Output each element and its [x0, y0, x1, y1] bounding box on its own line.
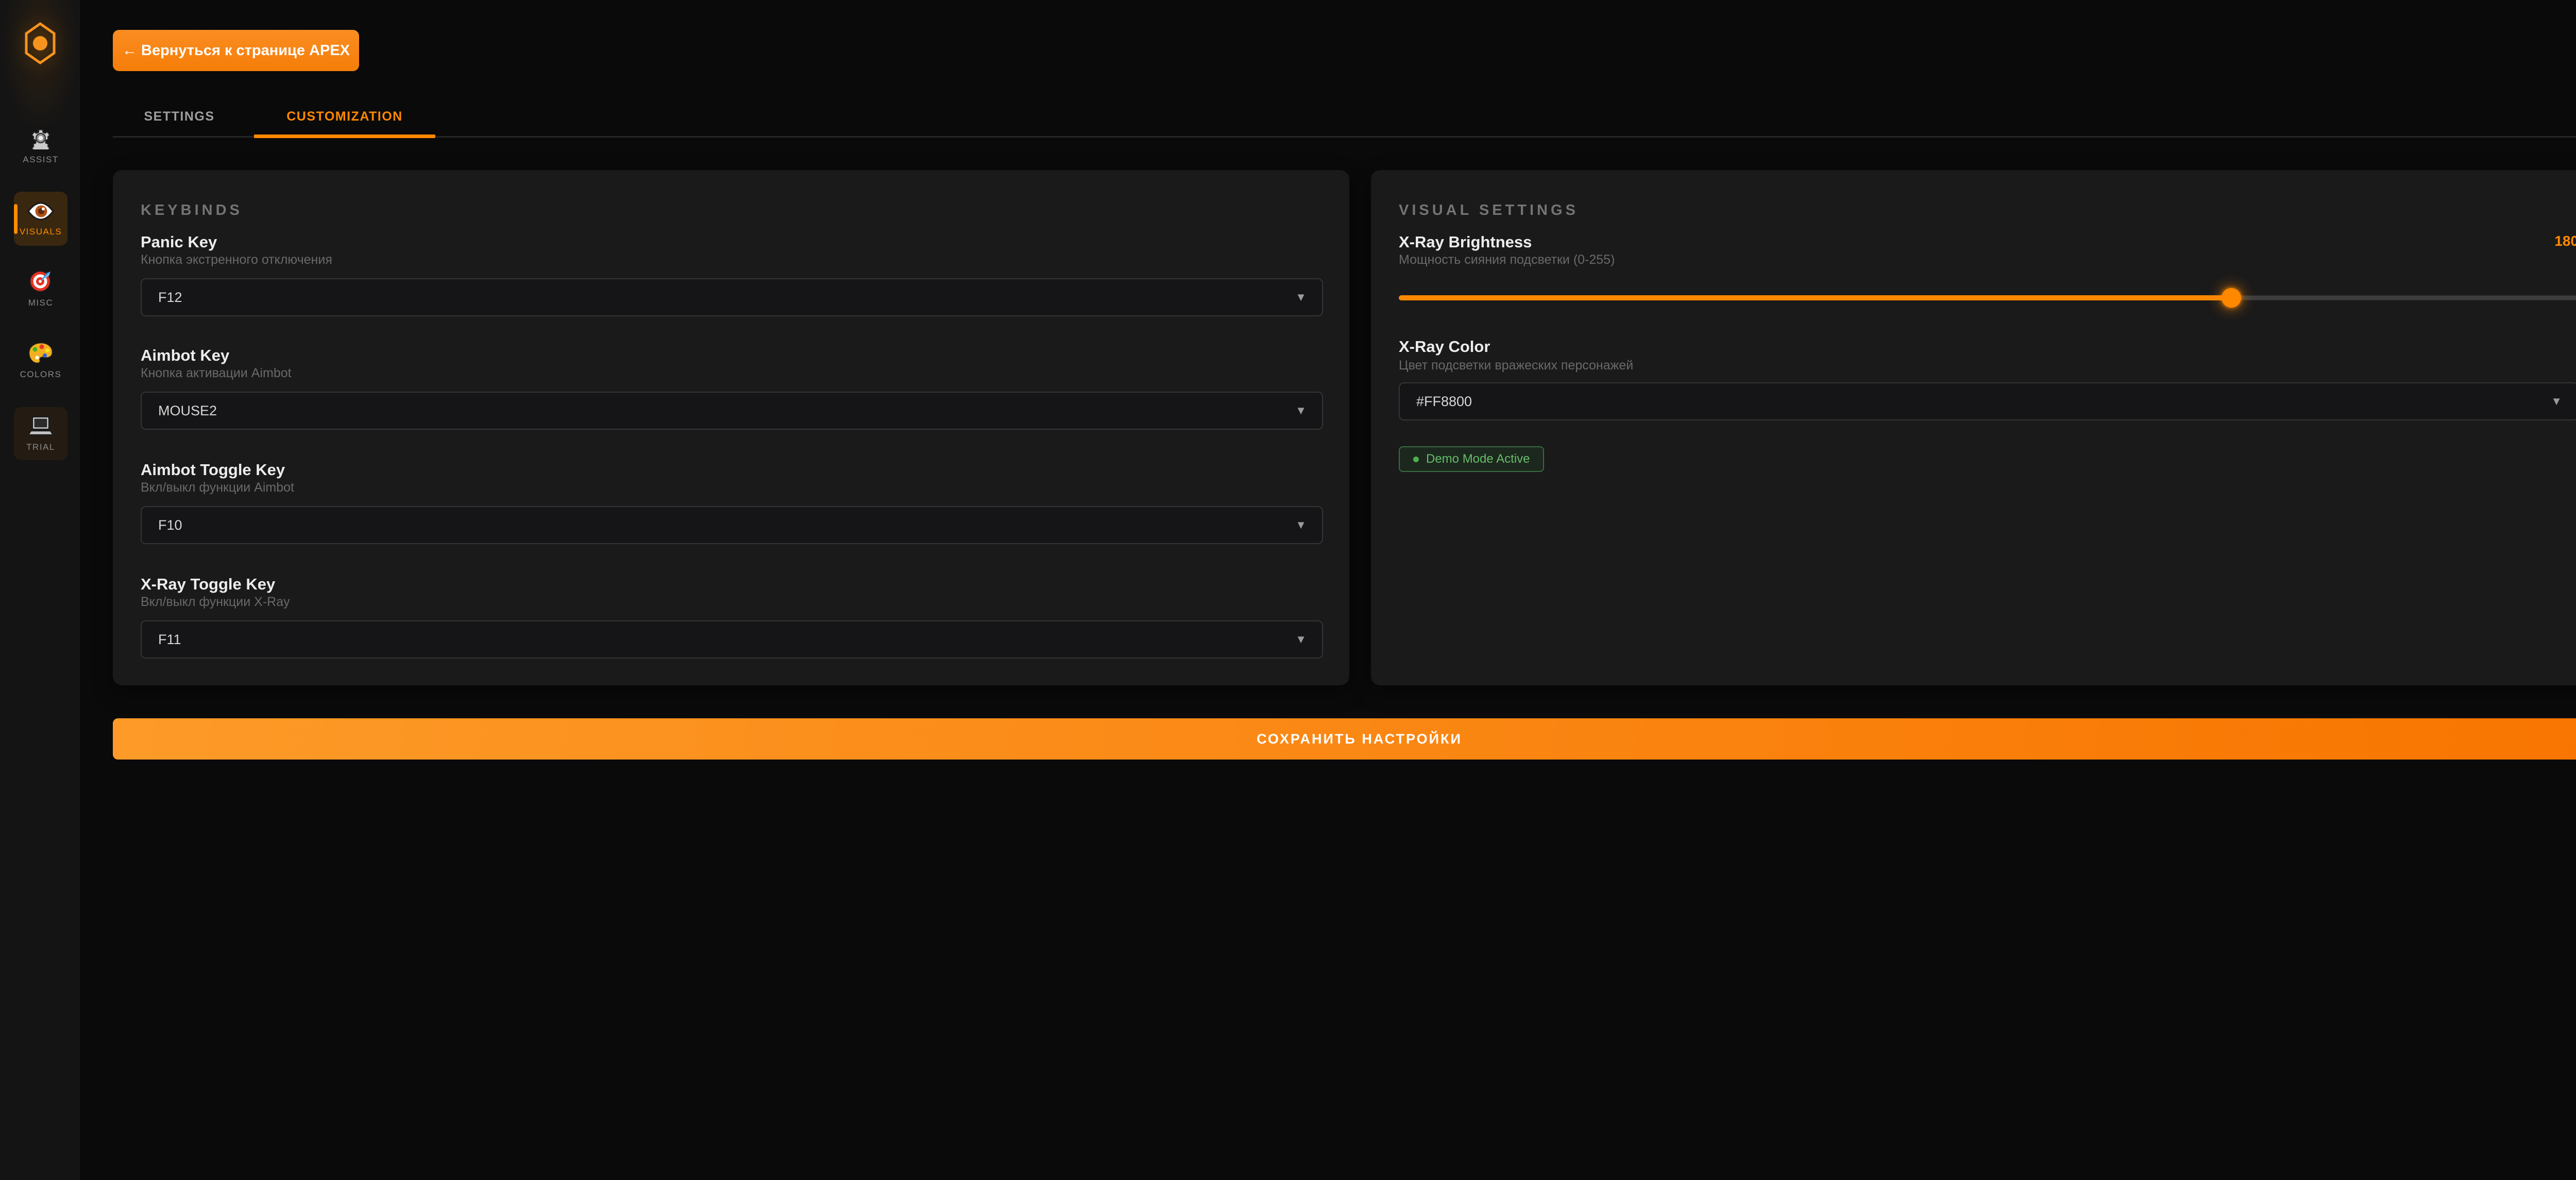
sidebar-item-label: MISC [28, 298, 54, 308]
xray-brightness-label: X-Ray Brightness [1399, 233, 1532, 251]
aimbot-key-select[interactable]: MOUSE2 ▼ [141, 392, 1323, 430]
aimbot-toggle-key-label: Aimbot Toggle Key [141, 461, 285, 479]
panic-key-label: Panic Key [141, 233, 217, 251]
eye-icon [27, 201, 54, 222]
xray-toggle-key-value: F11 [158, 632, 181, 648]
xray-color-value: #FF8800 [1416, 394, 1472, 410]
app-logo[interactable] [24, 22, 56, 68]
laptop-icon [28, 415, 54, 437]
sidebar-item-misc[interactable]: MISC [14, 264, 67, 313]
aimbot-key-label: Aimbot Key [141, 346, 229, 365]
demo-mode-badge-label: Demo Mode Active [1426, 452, 1530, 466]
visual-settings-panel: VISUAL SETTINGS X-Ray Brightness 180 Мощ… [1371, 170, 2576, 685]
sidebar-item-colors[interactable]: COLORS [14, 336, 67, 385]
xray-color-select[interactable]: #FF8800 ▼ [1399, 382, 2576, 420]
aimbot-toggle-key-select[interactable]: F10 ▼ [141, 506, 1323, 544]
chevron-down-icon: ▼ [1295, 518, 1307, 532]
sidebar-item-label: VISUALS [20, 227, 62, 237]
chevron-down-icon: ▼ [2551, 395, 2562, 408]
sidebar-item-label: COLORS [20, 369, 62, 380]
keybinds-panel-title: KEYBINDS [141, 202, 243, 219]
gear-icon [29, 127, 52, 149]
aimbot-toggle-key-value: F10 [158, 517, 182, 533]
xray-brightness-description: Мощность сияния подсветки (0-255) [1399, 252, 1615, 267]
xray-color-label: X-Ray Color [1399, 338, 1490, 356]
aimbot-key-value: MOUSE2 [158, 403, 217, 419]
aimbot-key-description: Кнопка активации Aimbot [141, 366, 292, 381]
hexagon-logo-icon [24, 58, 56, 67]
sidebar-item-trial[interactable]: TRIAL [14, 407, 67, 460]
keybinds-panel: KEYBINDS Panic Key Кнопка экстренного от… [113, 170, 1349, 685]
palette-icon [28, 342, 54, 364]
panic-key-value: F12 [158, 290, 182, 306]
sidebar: ASSIST VISUALS MISC [0, 0, 81, 1180]
chevron-down-icon: ▼ [1295, 291, 1307, 304]
slider-fill [1399, 295, 2231, 300]
save-settings-button[interactable]: СОХРАНИТЬ НАСТРОЙКИ [113, 718, 2576, 760]
active-tab-underline [254, 134, 435, 138]
sidebar-item-visuals[interactable]: VISUALS [14, 192, 67, 246]
sidebar-item-assist[interactable]: ASSIST [14, 121, 67, 170]
back-to-apex-button[interactable]: ← Вернуться к странице APEX [113, 30, 359, 71]
xray-brightness-slider[interactable] [1399, 289, 2576, 307]
demo-mode-badge: Demo Mode Active [1399, 446, 1544, 472]
xray-toggle-key-description: Вкл/выкл функции X-Ray [141, 595, 290, 610]
chevron-down-icon: ▼ [1295, 633, 1307, 646]
tab-settings[interactable]: SETTINGS [120, 101, 239, 132]
chevron-down-icon: ▼ [1295, 404, 1307, 417]
sidebar-item-label: TRIAL [26, 442, 55, 452]
xray-color-description: Цвет подсветки вражеских персонажей [1399, 358, 1633, 373]
xray-brightness-value: 180 [2554, 233, 2576, 249]
xray-toggle-key-select[interactable]: F11 ▼ [141, 620, 1323, 659]
target-icon [29, 269, 53, 293]
xray-toggle-key-label: X-Ray Toggle Key [141, 575, 275, 594]
aimbot-toggle-key-description: Вкл/выкл функции Aimbot [141, 480, 294, 495]
active-indicator-bar [14, 204, 18, 234]
visual-settings-panel-title: VISUAL SETTINGS [1399, 202, 1579, 219]
tabs-divider [113, 136, 2576, 138]
panic-key-select[interactable]: F12 ▼ [141, 278, 1323, 316]
slider-thumb[interactable] [2222, 288, 2241, 308]
panic-key-description: Кнопка экстренного отключения [141, 252, 332, 267]
tab-customization[interactable]: CUSTOMIZATION [254, 101, 435, 132]
sidebar-item-label: ASSIST [23, 155, 58, 165]
status-dot-icon [1413, 457, 1419, 462]
